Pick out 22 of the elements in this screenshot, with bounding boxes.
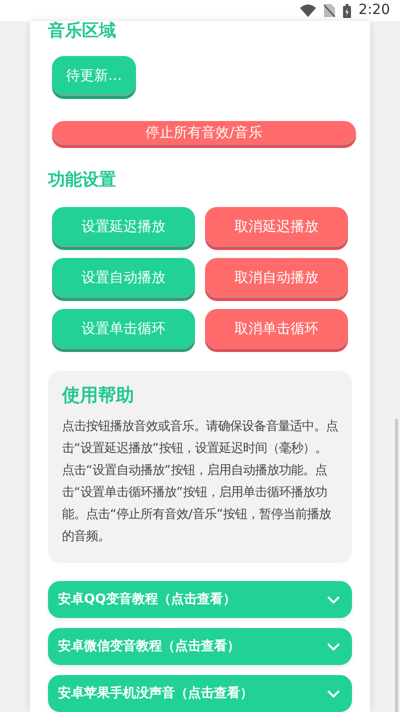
action-button[interactable]: 取消自动播放 <box>205 258 348 298</box>
no-sim-icon <box>324 4 335 17</box>
wifi-icon <box>300 4 316 17</box>
action-button[interactable]: 设置单击循环 <box>52 309 195 350</box>
action-button[interactable]: 待更新… <box>52 56 136 96</box>
action-button[interactable]: 取消单击循环 <box>205 309 348 350</box>
clock-text: 2:20 <box>358 1 390 20</box>
accordion-title: 安卓微信变音教程（点击查看） <box>58 638 240 656</box>
accordion-header[interactable]: 安卓微信变音教程（点击查看） <box>48 628 352 665</box>
action-button[interactable]: 设置延迟播放 <box>52 207 195 248</box>
stop-button[interactable]: 停止所有音效/音乐 <box>52 121 356 146</box>
help-text: 点击按钮播放音效或音乐。请确保设备音量适中。点击“设置延迟播放”按钮，设置延迟时间（毫秒）。点击“设置自动播放”按钮，启用自动播放功能。点击“设置单击循环播放”按钮，启用单击循环播放功能。点击“停止所有音效/音乐”按钮，暂停当前播放的音频。 <box>62 417 338 545</box>
help-title: 使用帮助 <box>62 385 135 407</box>
action-button[interactable]: 设置自动播放 <box>52 258 195 298</box>
section-title: 音乐区域 <box>48 21 117 41</box>
accordion-title: 安卓QQ变音教程（点击查看） <box>58 590 236 609</box>
action-button[interactable]: 取消延迟播放 <box>205 207 348 248</box>
accordion-header[interactable]: 安卓QQ变音教程（点击查看） <box>48 581 352 618</box>
accordion-title: 安卓苹果手机没声音（点击查看） <box>58 684 253 703</box>
section-title: 功能设置 <box>48 170 117 190</box>
battery-icon <box>342 4 351 18</box>
accordion-header[interactable]: 安卓苹果手机没声音（点击查看） <box>48 675 352 712</box>
